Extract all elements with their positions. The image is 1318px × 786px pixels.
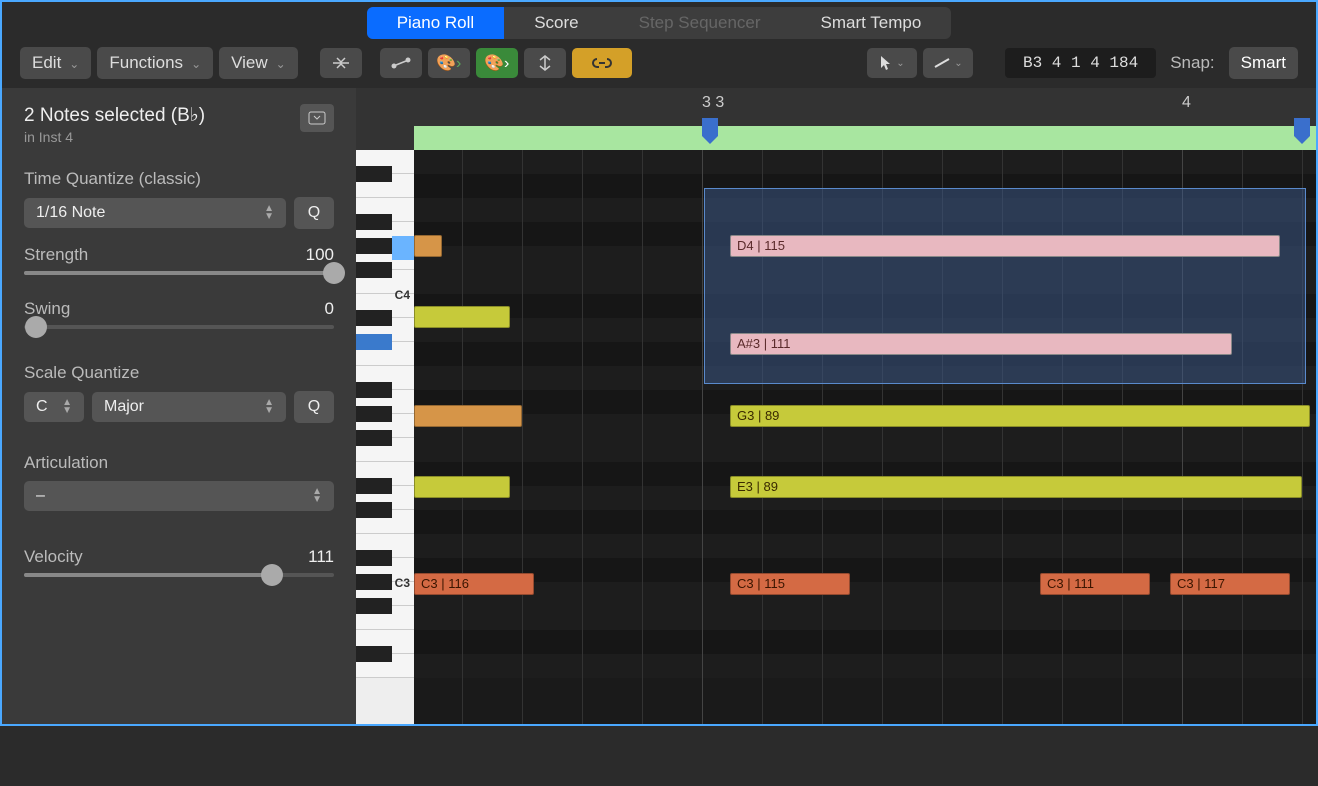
snap-label: Snap: (1170, 53, 1214, 73)
keyboard-highlight-d4[interactable] (392, 236, 414, 260)
time-quantize-select[interactable]: 1/16 Note ▲▼ (24, 198, 286, 228)
view-menu[interactable]: View (219, 47, 298, 79)
scale-root-select[interactable]: C ▲▼ (24, 392, 84, 422)
note-c3-a[interactable]: C3 | 116 (414, 573, 534, 595)
selection-title: 2 Notes selected (B♭) (24, 104, 205, 127)
swing-value: 0 (325, 299, 334, 319)
quantize-button[interactable]: Q (294, 197, 334, 229)
scale-quantize-label: Scale Quantize (24, 363, 334, 383)
collapse-icon[interactable] (320, 48, 362, 78)
note-c3-b[interactable]: C3 | 115 (730, 573, 850, 595)
editor-tabs: Piano Roll Score Step Sequencer Smart Te… (2, 2, 1316, 38)
ruler-marker-4: 4 (1182, 94, 1191, 112)
tab-score[interactable]: Score (504, 7, 608, 39)
midi-in-icon[interactable]: 🎨› (476, 48, 518, 78)
velocity-label: Velocity (24, 547, 83, 567)
articulation-label: Articulation (24, 453, 334, 473)
functions-menu[interactable]: Functions (97, 47, 213, 79)
tab-step-sequencer: Step Sequencer (609, 7, 791, 39)
locator-left[interactable] (702, 118, 718, 136)
link-icon[interactable] (572, 48, 632, 78)
tab-smart-tempo[interactable]: Smart Tempo (791, 7, 952, 39)
piano-keyboard[interactable]: C4 C3 (356, 88, 414, 724)
snap-value[interactable]: Smart (1229, 47, 1298, 79)
articulation-select[interactable]: – ▲▼ (24, 481, 334, 511)
note-grid[interactable]: 3 3 4 (414, 88, 1316, 724)
ruler[interactable]: 3 3 4 (414, 88, 1316, 150)
piano-roll-area: C4 C3 3 3 4 (356, 88, 1316, 724)
inspector-panel: 2 Notes selected (B♭) in Inst 4 Time Qua… (2, 88, 356, 724)
note-d4[interactable]: D4 | 115 (730, 235, 1280, 257)
note-partial-4[interactable] (414, 476, 510, 498)
key-label-c3: C3 (395, 576, 410, 590)
toolbar: Edit Functions View 🎨› 🎨› ⌄ ⌄ B3 4 1 4 1… (2, 38, 1316, 88)
note-partial-2[interactable] (414, 306, 510, 328)
note-partial-1[interactable] (414, 235, 442, 257)
velocity-slider[interactable] (24, 573, 334, 577)
automation-icon[interactable] (380, 48, 422, 78)
position-display[interactable]: B3 4 1 4 184 (1005, 48, 1156, 78)
scale-type-select[interactable]: Major ▲▼ (92, 392, 286, 422)
pointer-tool[interactable]: ⌄ (867, 48, 917, 78)
note-g3[interactable]: G3 | 89 (730, 405, 1310, 427)
catch-icon[interactable] (524, 48, 566, 78)
note-as3[interactable]: A#3 | 111 (730, 333, 1232, 355)
note-partial-3[interactable] (414, 405, 522, 427)
strength-label: Strength (24, 245, 88, 265)
tab-piano-roll[interactable]: Piano Roll (367, 7, 505, 39)
inspector-toggle-icon[interactable] (300, 104, 334, 132)
key-label-c4: C4 (395, 288, 410, 302)
region-strip[interactable] (414, 126, 1316, 150)
swing-slider[interactable] (24, 325, 334, 329)
edit-menu[interactable]: Edit (20, 47, 91, 79)
note-e3[interactable]: E3 | 89 (730, 476, 1302, 498)
velocity-value: 111 (308, 547, 334, 567)
scale-quantize-button[interactable]: Q (294, 391, 334, 423)
note-c3-d[interactable]: C3 | 117 (1170, 573, 1290, 595)
time-quantize-label: Time Quantize (classic) (24, 169, 334, 189)
midi-out-icon[interactable]: 🎨› (428, 48, 470, 78)
strength-slider[interactable] (24, 271, 334, 275)
locator-right[interactable] (1294, 118, 1310, 136)
selection-subtitle: in Inst 4 (24, 129, 205, 145)
note-c3-c[interactable]: C3 | 111 (1040, 573, 1150, 595)
keyboard-highlight[interactable] (356, 334, 392, 350)
pencil-tool[interactable]: ⌄ (923, 48, 973, 78)
ruler-marker-33: 3 3 (702, 94, 724, 112)
